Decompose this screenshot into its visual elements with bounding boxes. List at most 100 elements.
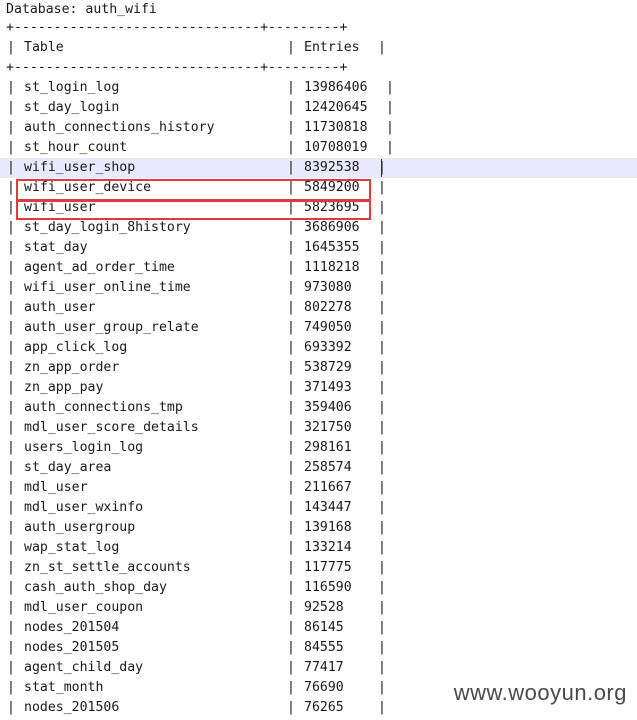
- table-row: | auth_connections_history | 11730818 |: [0, 118, 637, 138]
- table-name-cell: zn_app_order: [24, 360, 120, 375]
- table-row: | stat_day | 1645355 |: [0, 238, 637, 258]
- column-separator: |: [378, 620, 386, 635]
- column-separator: |: [378, 260, 386, 275]
- column-separator: |: [287, 600, 295, 615]
- column-separator: |: [287, 100, 295, 115]
- table-row: | mdl_user_coupon | 92528 |: [0, 598, 637, 618]
- entries-cell: 139168: [304, 520, 352, 535]
- column-separator: |: [287, 560, 295, 575]
- table-name-cell: auth_user_group_relate: [24, 320, 199, 335]
- border-line: +-------------------------------+-------…: [6, 60, 348, 75]
- column-separator: |: [386, 120, 394, 135]
- column-separator: |: [378, 380, 386, 395]
- column-separator: |: [7, 40, 15, 55]
- entries-cell: 211667: [304, 480, 352, 495]
- table-name-cell: nodes_201506: [24, 700, 120, 715]
- table-name-cell: zn_app_pay: [24, 380, 104, 395]
- column-separator: |: [378, 420, 386, 435]
- column-separator: |: [287, 160, 295, 175]
- table-row: | st_login_log | 13986406 |: [0, 78, 637, 98]
- table-name-cell: wifi_user_online_time: [24, 280, 191, 295]
- column-separator: |: [287, 660, 295, 675]
- column-separator: |: [7, 400, 15, 415]
- table-name-cell: zn_st_settle_accounts: [24, 560, 191, 575]
- column-separator: |: [378, 700, 386, 715]
- column-separator: |: [287, 220, 295, 235]
- column-separator: |: [287, 120, 295, 135]
- entries-cell: 116590: [304, 580, 352, 595]
- table-row: | st_day_login_8history | 3686906 |: [0, 218, 637, 238]
- column-separator: |: [378, 580, 386, 595]
- column-separator: |: [378, 520, 386, 535]
- column-separator: |: [378, 540, 386, 555]
- column-separator: |: [287, 540, 295, 555]
- entries-cell: 11730818: [304, 120, 368, 135]
- column-separator: |: [378, 360, 386, 375]
- column-separator: |: [7, 420, 15, 435]
- column-separator: |: [7, 120, 15, 135]
- table-row: | auth_connections_tmp | 359406 |: [0, 398, 637, 418]
- entries-cell: 1645355: [304, 240, 360, 255]
- table-row: | agent_ad_order_time | 1118218 |: [0, 258, 637, 278]
- table-row: | st_hour_count | 10708019 |: [0, 138, 637, 158]
- table-name-cell: stat_day: [24, 240, 88, 255]
- table-header-row: | Table | Entries |: [0, 38, 637, 58]
- entries-cell: 1118218: [304, 260, 360, 275]
- column-separator: |: [7, 200, 15, 215]
- column-separator: |: [378, 640, 386, 655]
- column-separator: |: [287, 240, 295, 255]
- column-separator: |: [287, 280, 295, 295]
- entries-cell: 802278: [304, 300, 352, 315]
- entries-cell: 76690: [304, 680, 344, 695]
- table-row: | auth_user | 802278 |: [0, 298, 637, 318]
- column-separator: |: [287, 620, 295, 635]
- table-row: | zn_st_settle_accounts | 117775 |: [0, 558, 637, 578]
- column-separator: |: [7, 680, 15, 695]
- column-separator: |: [378, 400, 386, 415]
- table-row: |wifi_user_shop|8392538|: [0, 158, 637, 178]
- table-row: | agent_child_day | 77417 |: [0, 658, 637, 678]
- table-name-cell: agent_child_day: [24, 660, 144, 675]
- table-row: | st_day_area | 258574 |: [0, 458, 637, 478]
- red-highlight-box-wifi-user-device: [16, 179, 371, 201]
- entries-cell: 12420645: [304, 100, 368, 115]
- column-separator: |: [378, 440, 386, 455]
- column-separator: |: [378, 680, 386, 695]
- table-name-cell: mdl_user: [24, 480, 88, 495]
- column-separator: |: [378, 180, 386, 195]
- table-name-cell: nodes_201505: [24, 640, 120, 655]
- column-separator: |: [7, 340, 15, 355]
- column-separator: |: [287, 40, 295, 55]
- column-separator: |: [378, 40, 386, 55]
- entries-cell: 86145: [304, 620, 344, 635]
- table-row: | cash_auth_shop_day | 116590 |: [0, 578, 637, 598]
- entries-cell: 84555: [304, 640, 344, 655]
- column-separator: |: [7, 560, 15, 575]
- column-separator: |: [7, 380, 15, 395]
- column-separator: |: [7, 260, 15, 275]
- column-separator: |: [287, 500, 295, 515]
- text-editor-view[interactable]: Database: auth_wifi +-------------------…: [0, 0, 637, 720]
- column-separator: |: [7, 80, 15, 95]
- column-separator: |: [378, 660, 386, 675]
- table-row: | wifi_user_online_time | 973080 |: [0, 278, 637, 298]
- column-separator: |: [7, 520, 15, 535]
- column-separator: |: [7, 600, 15, 615]
- database-label: Database: auth_wifi: [6, 2, 157, 17]
- table-name-cell: app_click_log: [24, 340, 128, 355]
- column-separator: |: [7, 240, 15, 255]
- table-border-header: +-------------------------------+-------…: [0, 58, 637, 78]
- table-row: | mdl_user_score_details | 321750 |: [0, 418, 637, 438]
- table-name-cell: auth_user: [24, 300, 96, 315]
- column-separator: |: [378, 500, 386, 515]
- table-name-cell: st_day_login: [24, 100, 120, 115]
- table-name-cell: agent_ad_order_time: [24, 260, 175, 275]
- column-separator: |: [378, 300, 386, 315]
- table-row: | nodes_201504 | 86145 |: [0, 618, 637, 638]
- entries-cell: 298161: [304, 440, 352, 455]
- column-separator: |: [287, 480, 295, 495]
- column-separator: |: [386, 80, 394, 95]
- entries-cell: 77417: [304, 660, 344, 675]
- table-row: | zn_app_pay | 371493 |: [0, 378, 637, 398]
- table-name-cell: st_login_log: [24, 80, 120, 95]
